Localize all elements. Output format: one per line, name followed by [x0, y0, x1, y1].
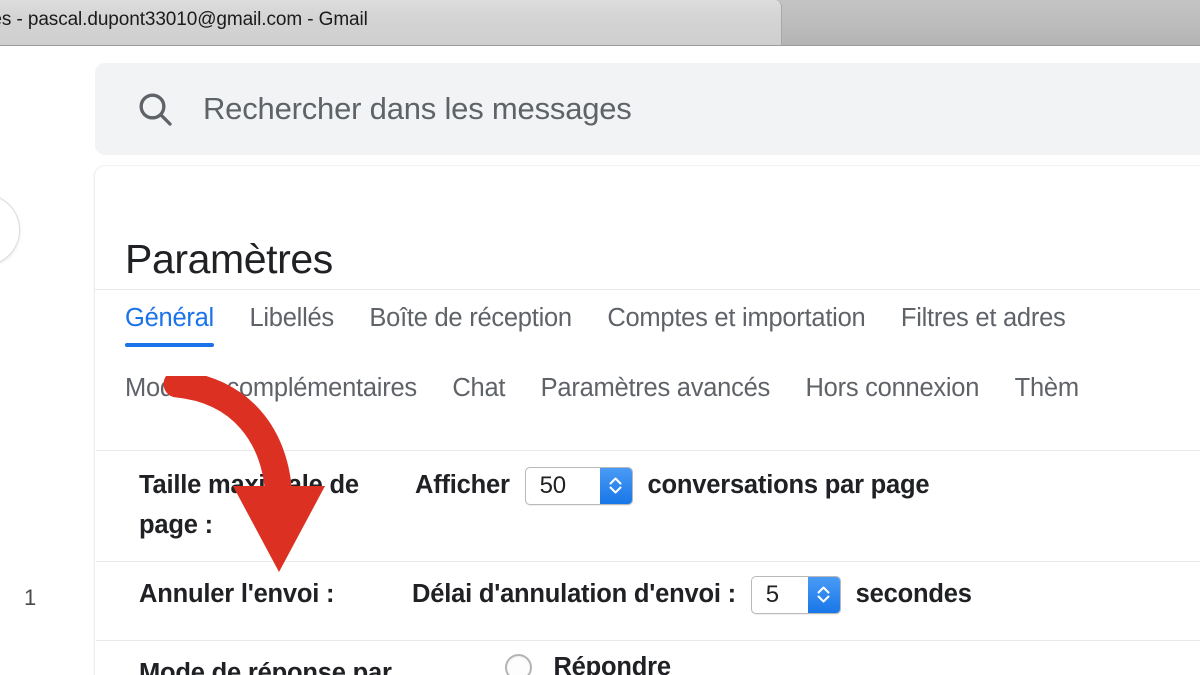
radio-label-repondre: Répondre — [553, 653, 671, 675]
browser-title-bar: tres - pascal.dupont33010@gmail.com - Gm… — [0, 0, 1200, 46]
chevron-down-icon — [609, 486, 622, 495]
tab-filtres-et-adresses[interactable]: Filtres et adres — [901, 304, 1066, 347]
page-size-prefix-label: Afficher — [415, 471, 510, 499]
undo-send-select-value: 5 — [765, 581, 779, 609]
setting-label-reply-mode: Mode de réponse par défaut : — [139, 659, 392, 675]
row-divider-page-size — [96, 561, 1200, 562]
chevron-down-icon — [817, 595, 830, 604]
tab-modules-complementaires[interactable]: Modules complémentaires — [125, 374, 417, 403]
page-content: 1 Rechercher dans les messages Paramètre… — [0, 46, 1200, 675]
search-bar[interactable]: Rechercher dans les messages — [95, 63, 1200, 155]
page-size-select-value: 50 — [539, 472, 566, 500]
chevron-up-icon — [817, 586, 830, 595]
setting-control-page-size: Afficher 50 conversations par page — [415, 465, 930, 506]
setting-control-undo-send: Délai d'annulation d'envoi : 5 secondes — [412, 574, 972, 615]
screenshot-root: tres - pascal.dupont33010@gmail.com - Gm… — [0, 0, 1200, 675]
setting-label-undo-send: Annuler l'envoi : — [139, 580, 335, 608]
row-divider-top — [96, 450, 1200, 451]
title-divider — [95, 289, 1200, 290]
radio-button-repondre[interactable] — [505, 654, 532, 675]
page-size-select[interactable]: 50 — [524, 467, 633, 506]
tab-boite-de-reception[interactable]: Boîte de réception — [369, 304, 572, 347]
tab-parametres-avances[interactable]: Paramètres avancés — [541, 374, 771, 403]
page-title: Paramètres — [125, 236, 333, 282]
tab-chat[interactable]: Chat — [452, 374, 505, 403]
browser-tab-title: tres - pascal.dupont33010@gmail.com - Gm… — [0, 9, 368, 30]
undo-send-prefix-label: Délai d'annulation d'envoi : — [412, 580, 736, 608]
undo-send-select[interactable]: 5 — [750, 576, 841, 615]
settings-tabs-row-2: Modules complémentaires Chat Paramètres … — [125, 374, 1110, 418]
setting-label-page-size: Taille maximale de page : — [139, 471, 359, 539]
page-size-suffix-label: conversations par page — [647, 471, 930, 499]
settings-panel: Paramètres Général Libellés Boîte de réc… — [95, 166, 1200, 675]
undo-send-suffix-label: secondes — [855, 580, 972, 608]
page-size-stepper[interactable] — [599, 468, 632, 505]
back-button[interactable] — [0, 194, 20, 266]
tab-themes[interactable]: Thèm — [1015, 374, 1079, 403]
undo-send-stepper[interactable] — [807, 577, 840, 614]
search-icon — [135, 89, 175, 129]
tab-hors-connexion[interactable]: Hors connexion — [805, 374, 979, 403]
page-number-marker: 1 — [24, 585, 37, 610]
search-input-placeholder[interactable]: Rechercher dans les messages — [203, 91, 632, 127]
tab-comptes-et-importation[interactable]: Comptes et importation — [607, 304, 865, 347]
tab-general[interactable]: Général — [125, 304, 214, 347]
radio-option-repondre[interactable]: Répondre — [505, 653, 671, 675]
tab-libelles[interactable]: Libellés — [249, 304, 334, 347]
settings-tabs-row-1: Général Libellés Boîte de réception Comp… — [125, 304, 1097, 356]
chevron-up-icon — [609, 477, 622, 486]
browser-tab-gmail[interactable]: tres - pascal.dupont33010@gmail.com - Gm… — [0, 0, 782, 45]
row-divider-undo-send — [96, 640, 1200, 641]
